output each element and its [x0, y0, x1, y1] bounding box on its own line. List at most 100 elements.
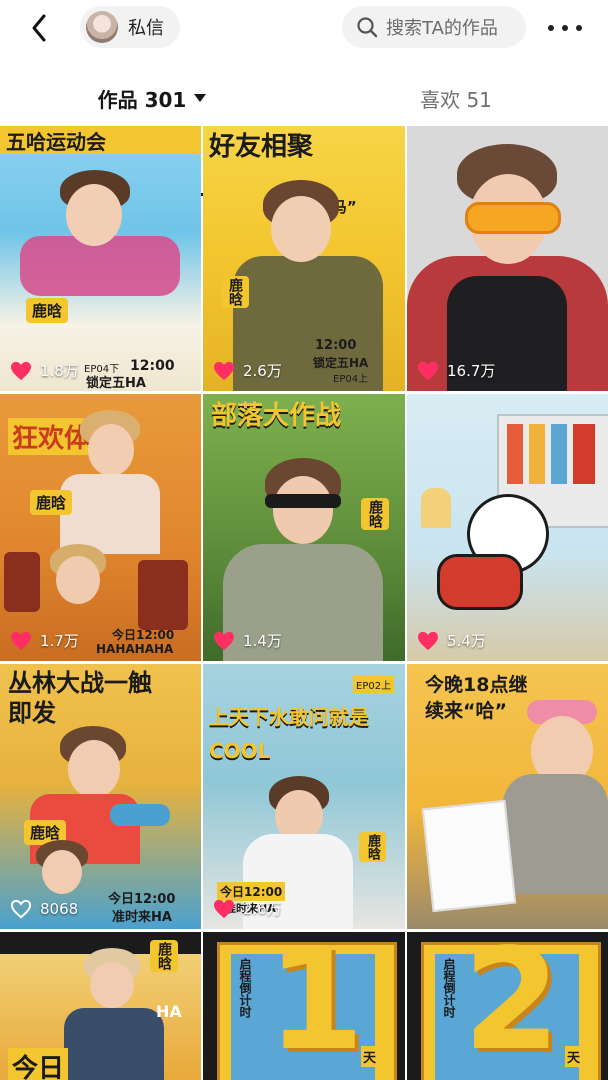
water-gun-icon: [110, 804, 170, 826]
figure-shirt: [60, 474, 160, 554]
name-tag: 鹿晗: [361, 498, 389, 530]
video-thumbnail[interactable]: 启程倒计时 1 天: [203, 932, 405, 1080]
video-thumbnail[interactable]: 5.4万: [407, 394, 608, 661]
video-thumbnail[interactable]: 狂欢体验 鹿晗 今日12:00 HAHAHAHA 1.7万: [0, 394, 201, 661]
like-count-row: 2.6万: [213, 360, 282, 381]
drum-icon: [138, 560, 188, 630]
clothing-item: [573, 424, 595, 484]
like-count: 2.6万: [243, 362, 282, 380]
tab-works-label: 作品 301: [97, 87, 187, 112]
air-time: 今日12:00: [112, 628, 175, 642]
clothing-item: [507, 424, 523, 484]
search-placeholder: 搜索TA的作品: [386, 18, 498, 39]
video-caption: 五哈运动会: [6, 130, 106, 154]
back-button[interactable]: [22, 10, 62, 46]
like-count-row: 1.8万: [10, 360, 79, 381]
slogan: 锁定五HA: [313, 356, 369, 370]
figure-face: [56, 556, 100, 604]
like-count-row: 1.4万: [213, 630, 282, 651]
figure-face: [273, 476, 333, 544]
top-bar: 私信 搜索TA的作品: [0, 0, 608, 60]
like-count-row: 1.7万: [10, 630, 79, 651]
like-count: 5.4万: [447, 632, 486, 650]
episode-tag: EP02上: [353, 676, 395, 693]
like-count: 16.7万: [447, 362, 496, 380]
photo-frame: [421, 799, 517, 913]
sunglasses-icon: [265, 494, 341, 508]
slogan: 准时来HA: [112, 910, 172, 925]
video-thumbnail[interactable]: 好友相聚 抓“马” 鹿晗 12:00 锁定五HA EP04上 2.6万: [203, 126, 405, 391]
more-dot-icon: [562, 25, 568, 31]
figure-face: [68, 740, 120, 798]
more-dot-icon: [576, 25, 582, 31]
video-thumbnail[interactable]: 丛林大战一触即发 鹿晗 今日12:00 准时来HA 8068: [0, 664, 201, 929]
video-thumbnail[interactable]: 部落大作战 鹿晗 1.4万: [203, 394, 405, 661]
like-count: 1.8万: [40, 362, 79, 380]
lamp-icon: [421, 488, 451, 528]
video-thumbnail[interactable]: 启程倒计时 2 天: [407, 932, 608, 1080]
name-tag: 鹿晗: [26, 298, 69, 323]
name-tag: 鹿晗: [359, 832, 386, 862]
air-time: 12:00: [315, 338, 357, 353]
video-caption: 部落大作战: [211, 401, 342, 431]
figure-face: [42, 850, 82, 894]
heart-icon: [11, 631, 31, 650]
tab-works[interactable]: 作品 301: [0, 72, 304, 124]
video-thumbnail[interactable]: 上天下水敢问就是COOL EP02上 鹿晗 今日12:00 准时来HA 2.6万: [203, 664, 405, 929]
chevron-left-icon: [32, 14, 46, 42]
video-thumbnail[interactable]: 16.7万: [407, 126, 608, 391]
like-count-row: 2.6万: [213, 898, 282, 919]
search-box[interactable]: 搜索TA的作品: [342, 6, 526, 48]
video-caption: 今日: [8, 1048, 69, 1080]
heart-icon: [418, 631, 438, 650]
slogan: HA: [156, 1002, 182, 1021]
private-message-button[interactable]: 私信: [80, 6, 180, 48]
figure-face: [88, 424, 134, 476]
video-thumbnail[interactable]: 五哈运动会 鹿晗 12:00 EP04下 锁定五HA 1.8万: [0, 126, 201, 391]
more-button[interactable]: [548, 14, 582, 42]
figure-hoodie: [503, 774, 608, 894]
avatar: [86, 11, 118, 43]
like-count-row: 8068: [10, 899, 78, 919]
more-dot-icon: [548, 25, 554, 31]
like-count: 8068: [40, 900, 79, 918]
heart-icon: [418, 361, 438, 380]
like-count-row: 5.4万: [417, 630, 486, 651]
countdown-label: 启程倒计时: [442, 958, 456, 1018]
tab-likes-label: 喜欢 51: [420, 87, 492, 112]
private-message-label: 私信: [128, 18, 164, 39]
clothing-item: [529, 424, 545, 484]
clothing-item: [551, 424, 567, 484]
like-count-row: 16.7万: [417, 360, 495, 381]
like-count: 1.4万: [243, 632, 282, 650]
slogan: HAHAHAHA: [96, 642, 174, 656]
countdown-number: 2: [463, 932, 561, 1080]
video-caption: 好友相聚: [209, 132, 314, 162]
heart-icon: [11, 361, 31, 380]
caret-down-icon[interactable]: [194, 94, 207, 102]
like-count: 1.7万: [40, 632, 79, 650]
name-tag: 鹿晗: [30, 490, 73, 515]
name-tag: 鹿晗: [221, 276, 249, 308]
video-thumbnail[interactable]: 鹿晗 HA 今日: [0, 932, 201, 1080]
episode-tag: EP04上: [333, 374, 369, 385]
figure-shirt: [64, 1008, 164, 1080]
sunglasses-icon: [465, 202, 561, 234]
name-tag: 鹿晗: [150, 940, 178, 972]
slogan: 锁定五HA: [86, 376, 146, 391]
video-caption: 丛林大战一触即发: [8, 669, 152, 727]
figure-face: [90, 962, 134, 1008]
video-thumbnail[interactable]: 今晚18点继续来“哈”: [407, 664, 608, 929]
search-icon: [357, 17, 378, 38]
video-caption: 上天下水敢问就是COOL: [209, 705, 369, 763]
air-time: 今日12:00: [108, 892, 176, 907]
countdown-number: 1: [267, 932, 365, 1080]
video-grid: 五哈运动会 鹿晗 12:00 EP04下 锁定五HA 1.8万 好友相聚 抓“马…: [0, 126, 608, 1080]
tab-likes[interactable]: 喜欢 51: [304, 72, 608, 124]
countdown-unit: 天: [361, 1046, 379, 1067]
drum-icon: [4, 552, 40, 612]
heart-icon: [214, 899, 234, 918]
heart-icon: [214, 631, 234, 650]
countdown-unit: 天: [565, 1046, 583, 1067]
like-count: 2.6万: [243, 900, 282, 918]
